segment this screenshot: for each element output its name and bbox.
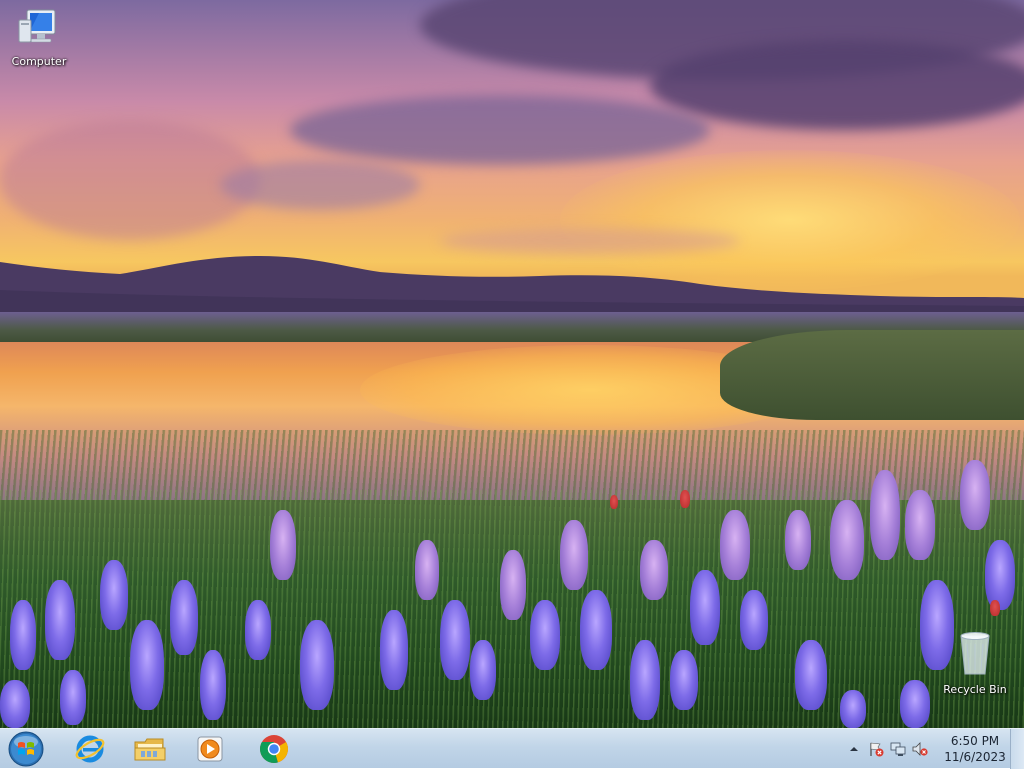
show-desktop-button[interactable]: [1010, 729, 1024, 769]
windows-logo-icon: [8, 731, 44, 767]
desktop-icon-recycle-bin[interactable]: Recycle Bin: [938, 630, 1012, 696]
start-button[interactable]: [6, 730, 46, 768]
desktop-icon-computer[interactable]: Computer: [2, 8, 76, 68]
taskbar-pin-file-explorer[interactable]: [122, 731, 178, 767]
mountain-silhouette: [0, 256, 1024, 320]
volume-muted-icon: [912, 742, 928, 756]
desktop-icon-label: Computer: [11, 55, 67, 68]
chrome-icon: [260, 735, 288, 763]
network-status-icon[interactable]: [890, 741, 906, 757]
taskbar-pin-internet-explorer[interactable]: [62, 731, 118, 767]
clock-date: 11/6/2023: [944, 750, 1006, 764]
show-hidden-icons-arrow[interactable]: [846, 741, 862, 757]
desktop-icon-label: Recycle Bin: [943, 683, 1007, 696]
taskbar: 6:50 PM 11/6/2023: [0, 728, 1024, 769]
internet-explorer-icon: [75, 735, 105, 763]
taskbar-pin-media-player[interactable]: [182, 731, 238, 767]
computer-icon: [18, 9, 56, 43]
chevron-up-icon: [850, 747, 858, 751]
desktop-wallpaper: [0, 0, 1024, 728]
recycle-bin-icon: [960, 632, 990, 675]
taskbar-pin-chrome[interactable]: [246, 731, 302, 767]
media-player-icon: [197, 736, 223, 762]
volume-control-icon[interactable]: [912, 741, 928, 757]
file-explorer-icon: [134, 738, 166, 761]
action-center-icon[interactable]: [868, 741, 884, 757]
clock-time: 6:50 PM: [950, 734, 1000, 748]
flag-error-icon: [870, 742, 884, 757]
clock[interactable]: 6:50 PM 11/6/2023: [944, 733, 1006, 765]
network-icon: [890, 742, 906, 756]
